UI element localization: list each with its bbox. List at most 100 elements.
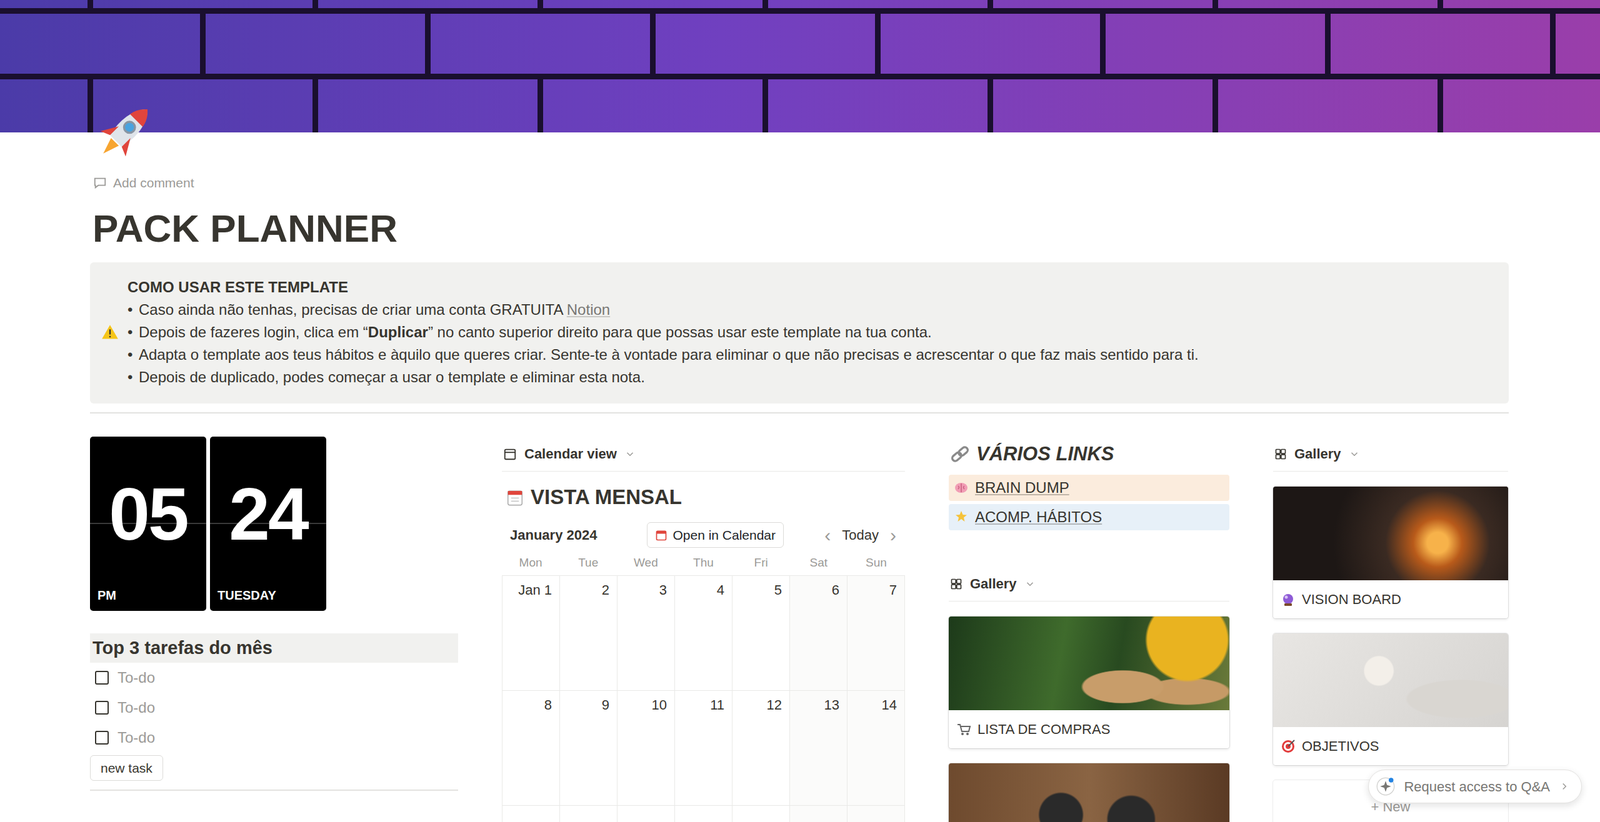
clock-label: TUESDAY [210, 586, 327, 612]
notion-link[interactable]: Notion [566, 301, 610, 319]
day-number: 13 [824, 697, 840, 714]
calendar-cell[interactable]: 8 [502, 691, 560, 807]
calendar-cell[interactable] [617, 806, 675, 822]
calendar-cell[interactable]: 10 [617, 691, 675, 807]
todo-label: To-do [117, 726, 155, 750]
weekday: Sat [790, 554, 848, 573]
links-heading: VÁRIOS LINKS [948, 436, 1230, 472]
next-month-button[interactable]: › [890, 526, 897, 545]
links-title: VÁRIOS LINKS [976, 440, 1114, 470]
divider [90, 412, 1509, 414]
day-number: 8 [544, 697, 552, 714]
callout-item: •Depois de fazeres login, clica em “Dupl… [127, 321, 1199, 344]
calendar-column: Calendar viewVISTA MENSALJanuary 2024Ope… [501, 436, 905, 822]
card-title-text: OBJETIVOS [1301, 736, 1379, 757]
calendar-cell[interactable] [847, 806, 905, 822]
calendar-cell[interactable] [675, 806, 733, 822]
callout-text: Depois de fazeres login, clica em “ [138, 323, 369, 341]
prev-month-button[interactable]: ‹ [824, 526, 831, 545]
clock-label: PM [90, 586, 207, 612]
gallery-card[interactable] [948, 763, 1230, 822]
card-title-text: VISION BOARD [1301, 589, 1402, 610]
qa-label: Request access to Q&A [1403, 776, 1550, 798]
weekday: Thu [674, 554, 732, 573]
calendar-cell[interactable]: 7 [847, 576, 905, 692]
calendar-cell[interactable]: 13 [790, 691, 848, 807]
clock-minute: 24TUESDAY [210, 436, 327, 612]
bullet: • [127, 298, 139, 322]
sparkle-star-icon [953, 510, 969, 525]
todo-checkbox[interactable] [95, 671, 109, 685]
callout-text: Caso ainda não tenhas, precisas de criar… [138, 301, 567, 319]
gallery-icon [1274, 448, 1287, 461]
card-cover [948, 616, 1230, 711]
page-link-label: BRAIN DUMP [975, 476, 1070, 500]
chevron-icon [1348, 448, 1360, 460]
calendar-cell[interactable] [790, 806, 848, 822]
todo-checkbox[interactable] [95, 731, 109, 745]
cover-image[interactable] [0, 0, 1600, 133]
open-calendar-button[interactable]: Open in Calendar [646, 522, 784, 549]
page-title[interactable]: PACK PLANNER [92, 204, 1509, 254]
calendar-pad-icon [505, 488, 525, 507]
calendar-cell[interactable]: 5 [732, 576, 790, 692]
weekday-header: MonTueWedThuFriSatSun [501, 554, 905, 577]
view-label: Gallery [1294, 443, 1342, 465]
weekday: Tue [559, 554, 617, 573]
qa-request-button[interactable]: Request access to Q&A [1368, 770, 1582, 804]
clock-number: 24 [210, 436, 327, 587]
gallery-card[interactable]: OBJETIVOS [1273, 633, 1509, 766]
page-link-label: ACOMP. HÁBITOS [975, 506, 1102, 529]
gallery-card[interactable]: LISTA DE COMPRAS [948, 616, 1230, 749]
callout-title: COMO USAR ESTE TEMPLATE [127, 276, 1199, 299]
gallery-card[interactable]: VISION BOARD [1273, 486, 1509, 619]
tasks-heading: Top 3 tarefas do mês [90, 633, 459, 664]
calendar-cell[interactable]: 14 [847, 691, 905, 807]
weekday: Fri [732, 554, 790, 573]
weekday: Sun [847, 554, 905, 573]
view-tab[interactable]: Gallery [948, 566, 1230, 602]
ai-sparkle-icon [1376, 777, 1395, 797]
month-nav: ‹ Today › [824, 525, 905, 546]
view-tab[interactable]: Calendar view [501, 436, 905, 472]
chevron-icon [1024, 578, 1036, 590]
calendar-cell[interactable]: 12 [732, 691, 790, 807]
clock-number: 05 [90, 436, 207, 587]
calendar-cell[interactable]: 4 [675, 576, 733, 692]
add-comment-button[interactable]: Add comment [90, 173, 1509, 194]
todo-item[interactable]: To-do [90, 663, 459, 694]
today-button[interactable]: Today [841, 525, 879, 546]
calendar-cell[interactable]: Jan 1 [502, 576, 560, 692]
callout-item: •Caso ainda não tenhas, precisas de cria… [127, 298, 1199, 322]
page-link[interactable]: ACOMP. HÁBITOS [948, 504, 1230, 531]
calendar-cell[interactable]: 3 [617, 576, 675, 692]
page-body: Add comment PACK PLANNER COMO USAR ESTE TE… [0, 96, 1600, 822]
weekday: Wed [616, 554, 675, 573]
todo-item[interactable]: To-do [90, 723, 459, 754]
calendar-cell[interactable]: 9 [560, 691, 618, 807]
rocket-icon[interactable] [91, 96, 160, 166]
callout-text: ” no canto superior direito para que pos… [428, 323, 932, 341]
todo-checkbox[interactable] [95, 701, 109, 715]
callout-text: Duplicar [368, 323, 429, 341]
calendar-cell[interactable]: 2 [560, 576, 618, 692]
calendar-cell[interactable] [502, 806, 560, 822]
page-link[interactable]: BRAIN DUMP [948, 475, 1230, 502]
calendar-cell[interactable] [560, 806, 618, 822]
crystal-ball-icon [1280, 592, 1296, 608]
calendar-title-text: VISTA MENSAL [530, 481, 682, 514]
todo-item[interactable]: To-do [90, 693, 459, 724]
link-icon [950, 444, 970, 465]
calendar-title: VISTA MENSAL [501, 481, 905, 514]
calendar-cell[interactable]: 6 [790, 576, 848, 692]
brain-icon [953, 480, 969, 496]
clock-hour: 05PM [90, 436, 207, 612]
view-tab[interactable]: Gallery [1273, 436, 1509, 472]
callout-body: COMO USAR ESTE TEMPLATE•Caso ainda não t… [127, 276, 1199, 389]
new-task-button[interactable]: new task [90, 755, 164, 782]
day-number: 6 [831, 582, 840, 599]
clock-widget: 05PM24TUESDAY [90, 436, 459, 612]
card-title: VISION BOARD [1273, 580, 1509, 619]
calendar-cell[interactable]: 11 [675, 691, 733, 807]
calendar-cell[interactable] [732, 806, 790, 822]
